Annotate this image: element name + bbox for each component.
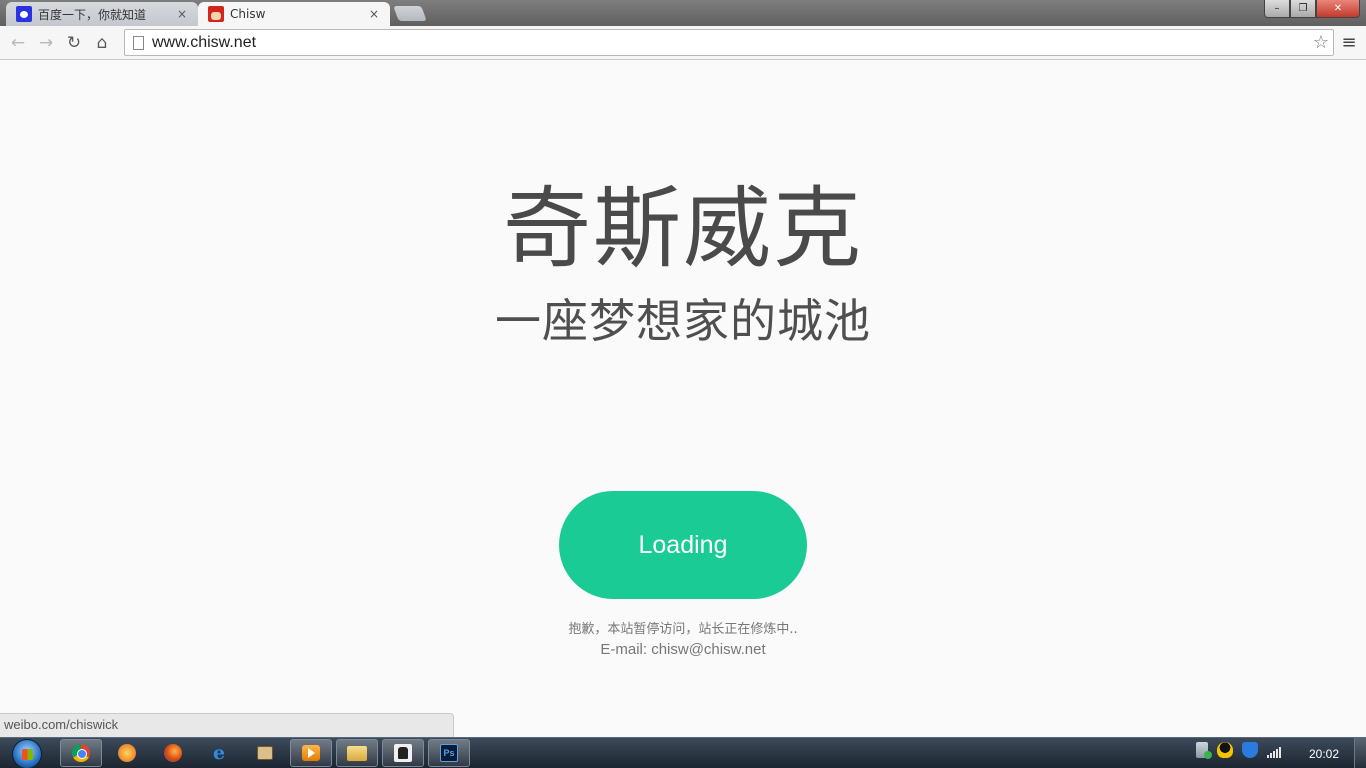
windows-taskbar: e Ps 20:02: [0, 737, 1366, 768]
taskbar-chrome[interactable]: [60, 739, 102, 767]
network-signal-icon[interactable]: [1267, 742, 1283, 758]
taskbar-media-player[interactable]: [290, 739, 332, 767]
page-title: 奇斯威克: [502, 177, 863, 280]
security-shield-icon[interactable]: [1242, 742, 1258, 758]
page-icon: [133, 35, 144, 50]
tab-close-icon[interactable]: ×: [366, 7, 382, 21]
system-tray: [1196, 742, 1283, 759]
internet-explorer-icon: e: [212, 742, 226, 764]
photoshop-icon: Ps: [440, 744, 458, 762]
tab-title: 百度一下，你就知道: [38, 7, 147, 22]
chrome-icon: [72, 744, 90, 762]
url-text[interactable]: www.chisw.net: [152, 34, 1309, 52]
taskbar-orange-app[interactable]: [106, 739, 148, 767]
window-controls: – ❐ ✕: [1264, 0, 1360, 18]
orange-app-icon: [118, 744, 136, 762]
windows-logo-icon: [12, 738, 42, 768]
firefox-icon: [164, 744, 182, 762]
address-bar[interactable]: www.chisw.net ☆: [124, 29, 1334, 56]
forward-button[interactable]: →: [32, 29, 60, 57]
qq-icon[interactable]: [1217, 742, 1233, 758]
tab-chisw[interactable]: Chisw ×: [198, 2, 390, 26]
game-icon: [394, 744, 412, 762]
page-subtitle: 一座梦想家的城池: [495, 294, 871, 348]
minimize-button[interactable]: –: [1264, 0, 1290, 18]
home-button[interactable]: ⌂: [88, 29, 116, 57]
browser-menu-icon[interactable]: ≡: [1338, 32, 1360, 54]
maximize-button[interactable]: ❐: [1290, 0, 1316, 18]
taskbar-clock[interactable]: 20:02: [1300, 738, 1348, 768]
media-player-icon: [302, 745, 320, 761]
contact-email: E-mail: chisw@chisw.net: [600, 641, 766, 658]
usb-safe-remove-icon[interactable]: [1196, 742, 1212, 759]
close-window-button[interactable]: ✕: [1316, 0, 1360, 18]
package-icon: [257, 746, 273, 760]
taskbar-firefox[interactable]: [152, 739, 194, 767]
tab-title: Chisw: [230, 7, 266, 21]
tab-baidu[interactable]: 百度一下，你就知道 ×: [6, 2, 198, 26]
maintenance-notice: 抱歉，本站暂停访问，站长正在修炼中..: [568, 622, 798, 637]
tab-close-icon[interactable]: ×: [174, 7, 190, 21]
baidu-paw-icon: [16, 6, 32, 22]
tab-strip: 百度一下，你就知道 × Chisw × – ❐ ✕: [0, 0, 1366, 26]
browser-toolbar: ← → ↻ ⌂ www.chisw.net ☆ ≡: [0, 26, 1366, 60]
back-button[interactable]: ←: [4, 29, 32, 57]
status-bubble: weibo.com/chiswick: [0, 713, 454, 737]
taskbar-ie[interactable]: e: [198, 739, 240, 767]
show-desktop-button[interactable]: [1354, 738, 1366, 768]
new-tab-button[interactable]: [393, 6, 427, 21]
file-explorer-icon: [347, 745, 367, 761]
taskbar-file-explorer[interactable]: [336, 739, 378, 767]
start-button[interactable]: [8, 738, 46, 768]
bookmark-star-icon[interactable]: ☆: [1309, 32, 1333, 53]
loading-button[interactable]: Loading: [559, 491, 807, 599]
taskbar-photoshop[interactable]: Ps: [428, 739, 470, 767]
chisw-avatar-icon: [208, 6, 224, 22]
taskbar-package[interactable]: [244, 739, 286, 767]
reload-button[interactable]: ↻: [60, 29, 88, 57]
taskbar-game[interactable]: [382, 739, 424, 767]
page-content: 奇斯威克 一座梦想家的城池 Loading 抱歉，本站暂停访问，站长正在修炼中.…: [0, 61, 1366, 737]
